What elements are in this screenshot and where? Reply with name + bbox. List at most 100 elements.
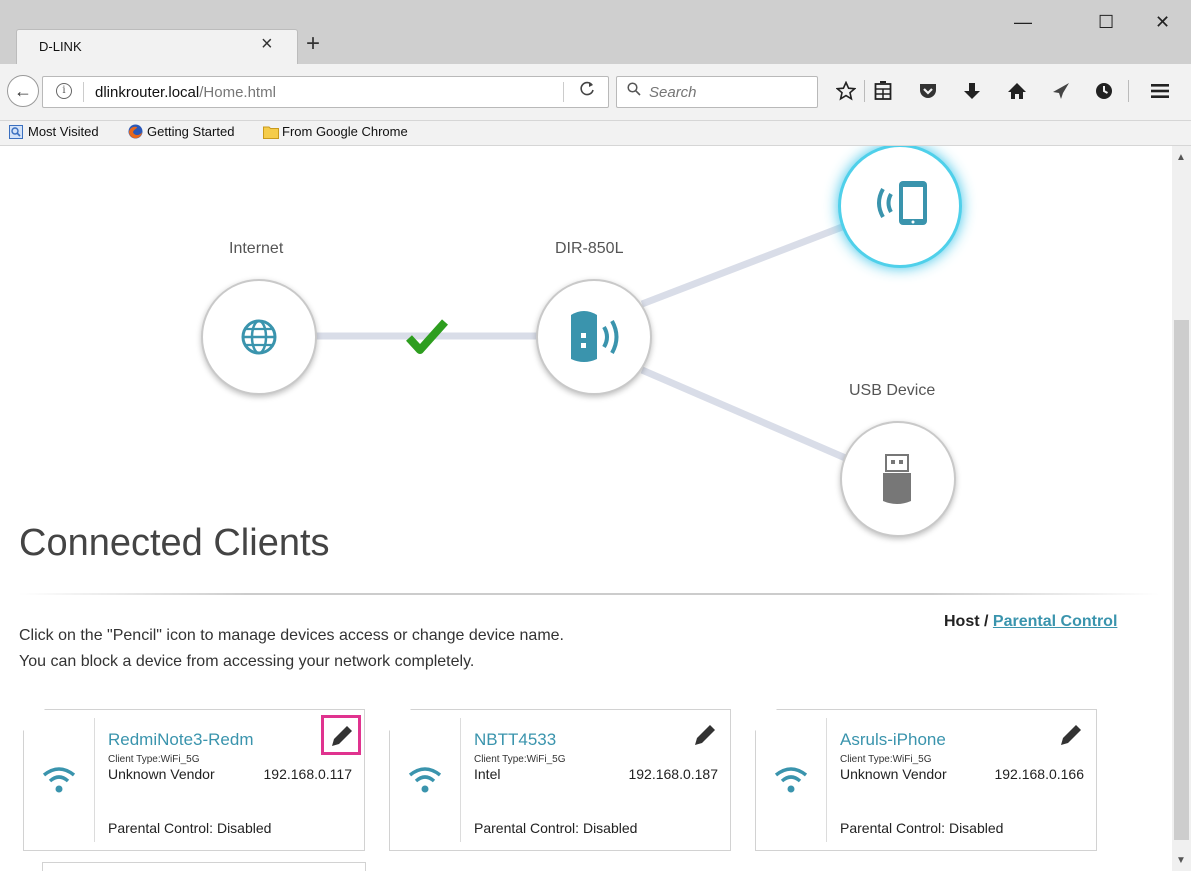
client-name[interactable]: NBTT4533 [474, 730, 556, 750]
tab-close-button[interactable]: × [261, 33, 273, 56]
back-arrow-icon: ← [14, 81, 32, 101]
card-divider [460, 718, 461, 842]
router-label: DIR-850L [555, 240, 624, 257]
intro-text-line-2: You can block a device from accessing yo… [19, 653, 475, 670]
url-path: /Home.html [199, 84, 276, 101]
client-card: RedmiNote3-Redm Client Type:WiFi_5G Unkn… [23, 709, 365, 851]
bookmark-star-icon[interactable] [835, 80, 857, 106]
pocket-icon[interactable] [918, 81, 938, 106]
edit-client-button[interactable] [690, 720, 720, 750]
internet-node[interactable] [201, 279, 317, 395]
client-ip: 192.168.0.117 [263, 766, 353, 782]
scrollbar-thumb[interactable] [1174, 320, 1189, 840]
router-usb-link [640, 366, 852, 464]
edit-client-button[interactable] [321, 715, 361, 755]
globe-icon [241, 319, 277, 355]
client-type: Client Type:WiFi_5G [474, 754, 566, 765]
card-divider [826, 718, 827, 842]
address-bar[interactable]: i dlinkrouter.local/Home.html [42, 76, 609, 108]
reading-list-icon[interactable] [874, 81, 892, 106]
router-node[interactable] [536, 279, 652, 395]
tablet-wireless-icon [877, 181, 927, 225]
page-title: Connected Clients [19, 522, 330, 564]
page-content: Internet DIR-850L USB Device Connected C… [0, 146, 1172, 871]
usb-device-node[interactable] [840, 421, 956, 537]
wifi-icon [774, 767, 808, 793]
downloads-icon[interactable] [963, 81, 981, 106]
client-card: Asruls-iPhone Client Type:WiFi_5G Unknow… [755, 709, 1097, 851]
tab-bar: D-LINK × + — ☐ ✕ [0, 0, 1191, 65]
check-icon [406, 319, 448, 354]
bookmark-label: From Google Chrome [282, 124, 408, 139]
parental-value: Disabled [948, 820, 1004, 836]
scroll-up-arrow-icon[interactable]: ▲ [1176, 152, 1186, 163]
edit-client-button[interactable] [1056, 720, 1086, 750]
parental-control-link[interactable]: Parental Control [993, 613, 1117, 630]
intro-text-line-1: Click on the "Pencil" icon to manage dev… [19, 627, 564, 644]
parental-label: Parental Control: [840, 820, 946, 836]
scroll-down-arrow-icon[interactable]: ▼ [1176, 855, 1186, 866]
bookmark-folder-chrome[interactable]: From Google Chrome [263, 124, 408, 139]
client-name[interactable]: RedmiNote3-Redm [108, 730, 254, 750]
bookmarks-toolbar: Most Visited Getting Started From Google… [0, 121, 1191, 146]
client-ip: 192.168.0.166 [994, 766, 1084, 782]
reload-icon[interactable] [579, 81, 595, 102]
pencil-icon [1061, 725, 1081, 745]
bookmark-label: Most Visited [28, 124, 99, 139]
most-visited-icon [9, 125, 23, 139]
wifi-icon [408, 767, 442, 793]
usb-drive-icon [883, 454, 911, 504]
url-text[interactable]: dlinkrouter.local/Home.html [95, 84, 276, 101]
close-window-button[interactable]: ✕ [1155, 12, 1170, 33]
router-icon [571, 311, 619, 362]
search-box[interactable] [616, 76, 818, 108]
client-ip: 192.168.0.187 [628, 766, 718, 782]
minimize-button[interactable]: — [1014, 12, 1032, 33]
new-tab-button[interactable]: + [306, 30, 320, 58]
maximize-button[interactable]: ☐ [1098, 12, 1114, 33]
tab-title: D-LINK [39, 39, 82, 54]
breadcrumb-host: Host [944, 613, 980, 630]
bookmark-most-visited[interactable]: Most Visited [9, 124, 99, 139]
router-device-link [640, 220, 852, 308]
back-button[interactable]: ← [7, 75, 39, 107]
client-vendor: Intel [474, 766, 501, 782]
client-type: Client Type:WiFi_5G [108, 754, 200, 765]
search-icon [627, 82, 641, 100]
pencil-icon [695, 725, 715, 745]
pencil-icon [332, 726, 352, 746]
info-icon[interactable]: i [56, 83, 72, 99]
wireless-device-node[interactable] [838, 146, 962, 268]
client-vendor: Unknown Vendor [108, 766, 215, 782]
client-type: Client Type:WiFi_5G [840, 754, 932, 765]
url-host: dlinkrouter.local [95, 84, 200, 101]
client-card-partial [42, 862, 366, 871]
send-tab-icon[interactable] [1051, 81, 1071, 106]
title-divider [19, 593, 1159, 595]
client-vendor: Unknown Vendor [840, 766, 947, 782]
client-parental-status: Parental Control: Disabled [474, 820, 637, 836]
menu-icon[interactable] [1150, 81, 1170, 106]
home-icon[interactable] [1007, 81, 1027, 106]
parental-label: Parental Control: [474, 820, 580, 836]
search-input[interactable] [647, 83, 811, 102]
client-parental-status: Parental Control: Disabled [840, 820, 1003, 836]
client-card: NBTT4533 Client Type:WiFi_5G Intel 192.1… [389, 709, 731, 851]
history-icon[interactable] [1094, 81, 1114, 106]
parental-label: Parental Control: [108, 820, 214, 836]
browser-tab[interactable]: D-LINK × [16, 29, 298, 65]
parental-value: Disabled [216, 820, 272, 836]
parental-value: Disabled [582, 820, 638, 836]
client-name[interactable]: Asruls-iPhone [840, 730, 946, 750]
bookmark-getting-started[interactable]: Getting Started [128, 124, 234, 139]
card-divider [94, 718, 95, 842]
client-parental-status: Parental Control: Disabled [108, 820, 271, 836]
navigation-toolbar: ← i dlinkrouter.local/Home.html [0, 64, 1191, 121]
folder-icon [263, 125, 279, 139]
breadcrumb-separator: / [984, 613, 989, 630]
page-scrollbar[interactable]: ▲ ▼ [1172, 146, 1191, 871]
internet-label: Internet [229, 240, 284, 257]
bookmark-label: Getting Started [147, 124, 235, 139]
firefox-icon [128, 124, 143, 139]
usb-device-label: USB Device [849, 382, 936, 399]
